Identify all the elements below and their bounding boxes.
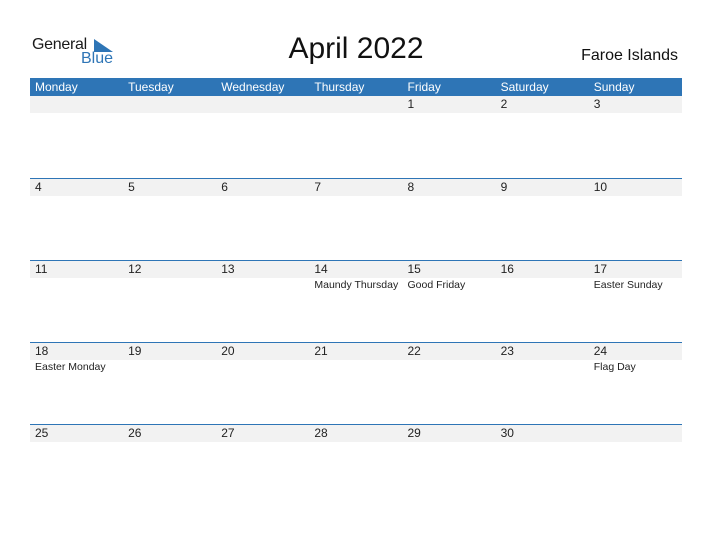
- day-cell: 27: [216, 425, 309, 442]
- day-number: 11: [35, 262, 48, 276]
- day-cell: 12: [123, 261, 216, 292]
- day-number: 19: [128, 344, 142, 358]
- day-cell: 11: [30, 261, 123, 292]
- day-cell: 19: [123, 343, 216, 374]
- holiday-label: Good Friday: [407, 279, 466, 291]
- day-number: [594, 425, 682, 442]
- day-cell: 21: [309, 343, 402, 374]
- day-number: 2: [500, 97, 508, 111]
- day-number: 15: [407, 262, 421, 276]
- week-row: 25 26 27 28 29 30: [30, 424, 682, 506]
- week-row: 11 12 13 14 Maundy Thursday 15 Good Friday 16 17…: [30, 260, 682, 342]
- weekday-saturday: Saturday: [500, 80, 549, 94]
- week-row: 1 2 3: [30, 96, 682, 178]
- day-cell: 6: [216, 179, 309, 196]
- day-number: 10: [593, 180, 608, 194]
- day-number: 17: [593, 262, 608, 276]
- day-number: 18: [35, 344, 49, 358]
- day-cell: 22: [403, 343, 496, 374]
- day-number: 23: [500, 344, 514, 358]
- day-cell: 23: [496, 343, 589, 374]
- day-number: 26: [128, 426, 142, 440]
- week-row: 4 5 6 7 8 9 10: [30, 178, 682, 260]
- day-number: 13: [221, 262, 235, 276]
- day-cell: 2: [496, 96, 589, 113]
- day-number: [128, 96, 216, 113]
- day-cell: 24 Flag Day: [589, 343, 682, 374]
- weekday-wednesday: Wednesday: [221, 80, 285, 94]
- day-cell: 15 Good Friday: [403, 261, 496, 292]
- week-row: 18 Easter Monday 19 20 21 22 23 24 Flag Day: [30, 342, 682, 424]
- day-cell: 18 Easter Monday: [30, 343, 123, 374]
- day-number: 30: [500, 426, 514, 440]
- day-number: 29: [407, 426, 421, 440]
- day-cell: 28: [309, 425, 402, 442]
- day-number: 16: [500, 262, 514, 276]
- calendar-grid: Monday Tuesday Wednesday Thursday Friday Satu…: [30, 78, 682, 506]
- day-number: 5: [128, 180, 135, 194]
- holiday-label: Flag Day: [593, 361, 636, 373]
- day-number: 6: [221, 180, 228, 194]
- day-cell: [30, 96, 123, 113]
- day-cell: [589, 425, 682, 442]
- day-cell: 10: [589, 179, 682, 196]
- day-cell: [216, 96, 309, 113]
- day-number: [35, 96, 123, 113]
- day-cell: 26: [123, 425, 216, 442]
- day-cell: 30: [496, 425, 589, 442]
- day-cell: 7: [309, 179, 402, 196]
- day-cell: 20: [216, 343, 309, 374]
- day-cell: 8: [403, 179, 496, 196]
- day-number: 7: [314, 180, 322, 194]
- weekday-monday: Monday: [35, 80, 78, 94]
- day-number: 21: [314, 344, 328, 358]
- day-cell: 5: [123, 179, 216, 196]
- day-cell: 4: [30, 179, 123, 196]
- day-number: 8: [407, 180, 415, 194]
- day-number: 12: [128, 262, 142, 276]
- holiday-label: Easter Sunday: [593, 279, 663, 291]
- day-cell: 9: [496, 179, 589, 196]
- holiday-label: Maundy Thursday: [314, 279, 399, 291]
- day-cell: [123, 96, 216, 113]
- day-number: 14: [314, 262, 328, 276]
- day-number: 25: [35, 426, 49, 440]
- country-label: Faroe Islands: [581, 47, 678, 64]
- calendar-weeks: 1 2 3 4 5 6 7 8 9 10 11 12 13 14 Maundy Thursday 15 Good…: [30, 96, 682, 506]
- day-number: 24: [593, 344, 608, 358]
- day-number: [221, 96, 309, 113]
- day-number: [314, 96, 402, 113]
- day-number: 22: [407, 344, 421, 358]
- day-number: 3: [593, 97, 601, 111]
- day-cell: 3: [589, 96, 682, 113]
- weekday-tuesday: Tuesday: [128, 80, 174, 94]
- day-cell: [309, 96, 402, 113]
- day-cell: 1: [403, 96, 496, 113]
- day-number: 20: [221, 344, 235, 358]
- day-number: 4: [35, 180, 42, 194]
- day-number: 28: [314, 426, 328, 440]
- weekday-friday: Friday: [407, 80, 441, 94]
- day-cell: 13: [216, 261, 309, 292]
- holiday-label: Easter Monday: [35, 361, 106, 373]
- day-cell: 17 Easter Sunday: [589, 261, 682, 292]
- day-number: 27: [221, 426, 235, 440]
- weekday-thursday: Thursday: [314, 80, 365, 94]
- day-number: 1: [407, 97, 415, 111]
- weekday-header: Monday Tuesday Wednesday Thursday Friday Satu…: [30, 78, 682, 96]
- day-cell: 29: [403, 425, 496, 442]
- day-cell: 16: [496, 261, 589, 292]
- day-cell: 25: [30, 425, 123, 442]
- day-number: 9: [500, 180, 508, 194]
- day-cell: 14 Maundy Thursday: [309, 261, 402, 292]
- weekday-sunday: Sunday: [593, 80, 635, 94]
